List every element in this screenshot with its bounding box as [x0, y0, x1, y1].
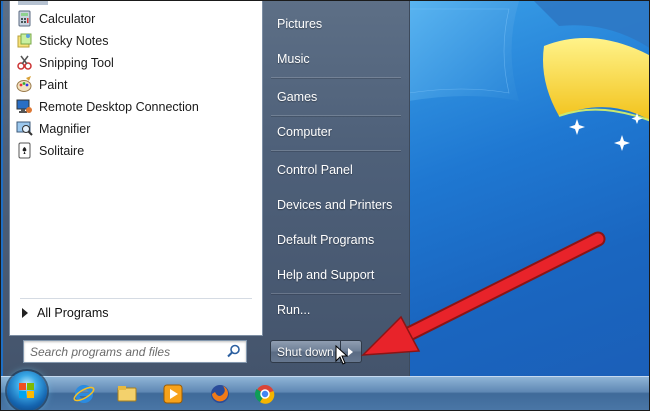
right-item-computer[interactable]: Computer — [269, 120, 403, 144]
right-item-label: Control Panel — [277, 163, 353, 177]
taskbar-firefox-button[interactable] — [203, 380, 237, 408]
program-label: Sticky Notes — [39, 33, 109, 48]
program-item-remote-desktop[interactable]: Remote Desktop Connection — [16, 96, 256, 117]
right-divider — [271, 115, 401, 117]
media-player-icon — [163, 384, 183, 404]
screenshot-frame: Calculator Sticky Notes Snipping Tool Pa… — [0, 0, 650, 411]
right-item-help-support[interactable]: Help and Support — [269, 263, 403, 287]
firefox-icon — [211, 385, 229, 403]
desktop-wallpaper — [409, 1, 649, 377]
sticky-notes-icon — [16, 32, 33, 49]
search-input[interactable] — [24, 341, 219, 362]
start-orb-button[interactable] — [7, 371, 47, 410]
windows-logo-wallpaper — [409, 1, 649, 151]
windows-flag-icon — [19, 383, 34, 398]
shutdown-button[interactable]: Shut down — [270, 340, 341, 363]
right-item-label: Help and Support — [277, 268, 375, 282]
taskbar-explorer-button[interactable] — [110, 380, 144, 408]
file-explorer-icon — [117, 386, 137, 402]
taskbar-ie-button[interactable] — [67, 380, 101, 408]
right-item-label: Run... — [277, 303, 311, 317]
right-item-label: Default Programs — [277, 233, 375, 247]
all-programs-divider — [20, 298, 252, 299]
triangle-right-icon — [22, 308, 28, 318]
right-item-default-programs[interactable]: Default Programs — [269, 228, 403, 252]
right-item-label: Games — [277, 90, 318, 104]
right-divider — [271, 77, 401, 79]
program-item-solitaire[interactable]: Solitaire — [16, 140, 256, 161]
paint-icon — [16, 76, 33, 93]
program-item-calculator[interactable]: Calculator — [16, 8, 256, 29]
solitaire-icon — [16, 142, 33, 159]
program-label: Magnifier — [39, 121, 91, 136]
right-divider — [271, 293, 401, 295]
partial-item-top — [18, 1, 48, 5]
taskbar — [1, 371, 649, 410]
internet-explorer-icon — [73, 385, 95, 403]
chrome-icon — [255, 385, 275, 404]
right-item-run[interactable]: Run... — [269, 298, 403, 322]
right-item-games[interactable]: Games — [269, 85, 403, 109]
program-item-sticky-notes[interactable]: Sticky Notes — [16, 30, 256, 51]
all-programs-button[interactable]: All Programs — [22, 304, 109, 322]
right-item-label: Devices and Printers — [277, 198, 393, 212]
program-label: Calculator — [39, 11, 96, 26]
right-item-control-panel[interactable]: Control Panel — [269, 158, 403, 182]
right-item-label: Computer — [277, 125, 332, 139]
snipping-tool-icon — [16, 54, 33, 71]
shutdown-label: Shut down — [277, 344, 334, 359]
magnifier-icon — [16, 120, 33, 137]
program-item-paint[interactable]: Paint — [16, 74, 256, 95]
program-label: Remote Desktop Connection — [39, 99, 199, 114]
program-label: Solitaire — [39, 143, 85, 158]
program-item-snipping-tool[interactable]: Snipping Tool — [16, 52, 256, 73]
right-item-devices-printers[interactable]: Devices and Printers — [269, 193, 403, 217]
taskbar-media-player-button[interactable] — [156, 380, 190, 408]
program-item-magnifier[interactable]: Magnifier — [16, 118, 256, 139]
remote-desktop-icon — [16, 98, 33, 115]
search-icon[interactable] — [227, 344, 241, 358]
mouse-cursor-icon — [335, 345, 349, 365]
right-divider — [271, 150, 401, 152]
right-item-music[interactable]: Music — [269, 47, 403, 71]
taskbar-chrome-button[interactable] — [248, 380, 282, 408]
calculator-icon — [16, 10, 33, 27]
program-label: Snipping Tool — [39, 55, 114, 70]
programs-pane: Calculator Sticky Notes Snipping Tool Pa… — [9, 1, 263, 336]
program-label: Paint — [39, 77, 68, 92]
right-item-pictures[interactable]: Pictures — [269, 12, 403, 36]
right-item-label: Pictures — [277, 17, 323, 31]
all-programs-label: All Programs — [37, 306, 109, 320]
right-item-label: Music — [277, 52, 310, 66]
search-box — [23, 340, 247, 363]
start-menu: Calculator Sticky Notes Snipping Tool Pa… — [3, 1, 410, 379]
